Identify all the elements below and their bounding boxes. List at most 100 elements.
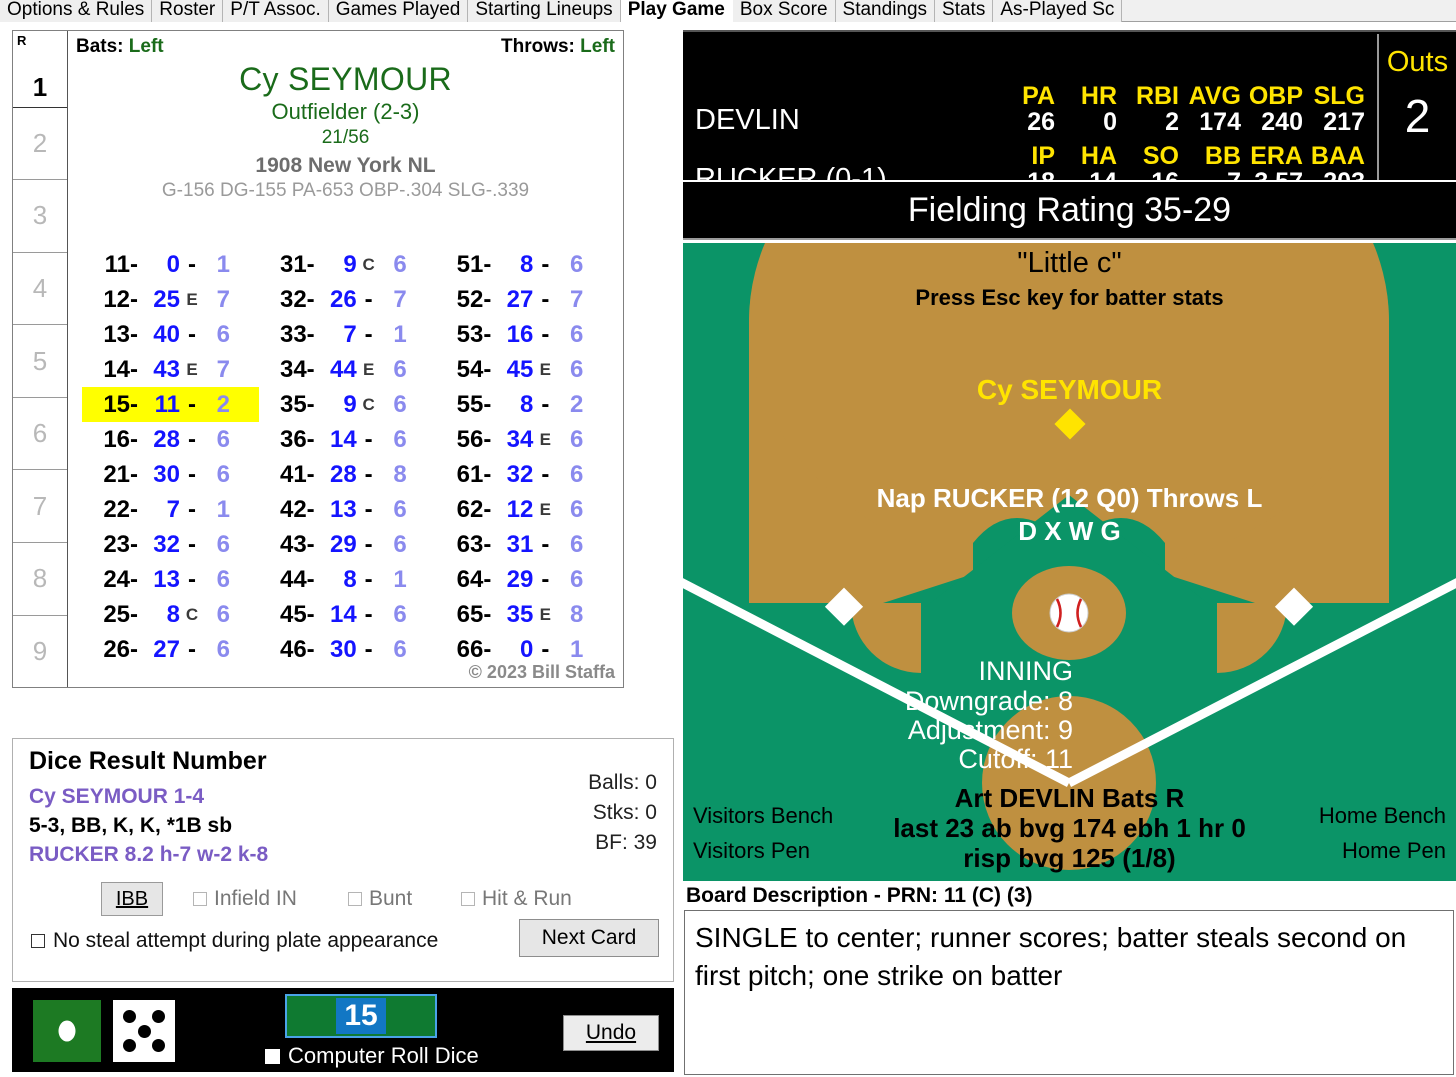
tab-play-game[interactable]: Play Game — [620, 0, 733, 22]
dice-chart-value: 8 — [519, 250, 534, 278]
dice-chart-modifier: - — [541, 635, 550, 663]
inning-cell-5[interactable]: 5 — [13, 325, 67, 398]
dice-chart-key: 61- — [456, 460, 492, 488]
dice-chart-value: 31 — [506, 530, 534, 558]
dice-chart-value: 7 — [343, 320, 357, 348]
batter-stat-header: PA — [1022, 82, 1055, 110]
throws-value: Left — [580, 36, 615, 57]
dice-chart-key: 34- — [279, 355, 315, 383]
pitcher-info-line1[interactable]: Nap RUCKER (12 Q0) Throws L — [683, 483, 1456, 514]
tab-label: As-Played Sc — [1000, 0, 1115, 20]
dice-chart-key: 66- — [456, 635, 492, 663]
home-bench-link[interactable]: Home Bench — [1319, 803, 1446, 829]
visitors-bench-link[interactable]: Visitors Bench — [693, 803, 833, 829]
dice-chart-rating: 6 — [216, 460, 230, 488]
hit-and-run-checkbox[interactable]: Hit & Run — [461, 887, 572, 911]
dice-chart-modifier: - — [188, 390, 196, 418]
dice-chart-row: 25- 8 C 6 — [82, 597, 259, 632]
dice-chart-rating: 1 — [216, 495, 230, 523]
inning-cell-2[interactable]: 2 — [13, 108, 67, 181]
pitcher-stat-header: IP — [1031, 142, 1055, 170]
tab-options-rules[interactable]: Options & Rules — [0, 0, 153, 22]
dice-chart-rating: 6 — [393, 250, 407, 278]
dice-chart-key: 14- — [103, 355, 138, 383]
white-die[interactable] — [113, 1000, 175, 1062]
dice-chart-value: 26 — [329, 285, 357, 313]
dice-chart-modifier: - — [541, 285, 550, 313]
green-die[interactable] — [33, 1000, 101, 1062]
next-card-label: Next Card — [541, 926, 637, 949]
dice-chart-key: 33- — [279, 320, 315, 348]
dice-chart-row: 65- 35 E 8 — [435, 597, 612, 632]
dice-chart-row: 31- 9 C 6 — [259, 247, 436, 282]
dice-chart-key: 21- — [103, 460, 138, 488]
dice-chart-column-3: 51- 8-6 52- 27-7 53- 16-6 54- 45 E 6 55- 8-2 56- 34 E 6… — [435, 247, 612, 667]
computer-roll-dice-label: Computer Roll Dice — [288, 1043, 479, 1068]
dice-chart-row: 26- 27-6 — [82, 632, 259, 667]
dice-chart-row: 14- 43 E 7 — [82, 352, 259, 387]
tab-starting-lineups[interactable]: Starting Lineups — [468, 0, 621, 22]
inning-cell-4[interactable]: 4 — [13, 253, 67, 326]
roll-result-value: 15 — [336, 998, 386, 1034]
dice-chart-value: 14 — [329, 600, 357, 628]
dice-chart-column-2: 31- 9 C 6 32- 26-7 33- 7-1 34- 44 E 6 35- 9 C 6 36- 14-6 4… — [259, 247, 436, 667]
next-card-button[interactable]: Next Card — [519, 919, 659, 957]
tab-stats[interactable]: Stats — [935, 0, 994, 22]
dice-chart-row: 13- 40-6 — [82, 317, 259, 352]
dice-chart-value: 8 — [519, 390, 534, 418]
bunt-checkbox[interactable]: Bunt — [348, 887, 412, 911]
tab-roster[interactable]: Roster — [152, 0, 224, 22]
no-steal-checkbox[interactable]: No steal attempt during plate appearance — [31, 929, 438, 953]
batter-stat-value: 174 — [1199, 108, 1241, 136]
dice-chart-key: 26- — [103, 635, 138, 663]
pitcher-stat-header: ERA — [1250, 142, 1303, 170]
dice-chart-row: 44- 8-1 — [259, 562, 436, 597]
computer-roll-dice-checkbox[interactable]: Computer Roll Dice — [265, 1043, 479, 1069]
inning-cell-6[interactable]: 6 — [13, 398, 67, 471]
dice-chart-rating: 6 — [569, 460, 584, 488]
dice-chart-modifier: E — [186, 289, 198, 309]
player-name: Cy SEYMOUR — [239, 61, 452, 97]
dice-chart-modifier: E — [539, 499, 552, 519]
dice-chart-modifier: - — [364, 495, 373, 523]
tab-games-played[interactable]: Games Played — [328, 0, 469, 22]
inning-cell-7[interactable]: 7 — [13, 470, 67, 543]
player-season-stats: G-156 DG-155 PA-653 OBP-.304 SLG-.339 — [161, 180, 530, 201]
inning-cell-8[interactable]: 8 — [13, 543, 67, 616]
inning-cell-1[interactable]: 1 — [13, 31, 67, 108]
infield-in-checkbox[interactable]: Infield IN — [193, 887, 297, 911]
undo-button[interactable]: Undo — [563, 1015, 659, 1051]
dice-chart-rating: 2 — [569, 390, 584, 418]
dice-chart-row: 33- 7-1 — [259, 317, 436, 352]
pitcher-stat-header: BB — [1204, 142, 1241, 170]
dice-chart-row: 51- 8-6 — [435, 247, 612, 282]
inning-number: 7 — [32, 490, 48, 521]
dice-chart-modifier: E — [539, 359, 552, 379]
home-pen-link[interactable]: Home Pen — [1342, 838, 1446, 864]
visitors-pen-link[interactable]: Visitors Pen — [693, 838, 810, 864]
dice-chart-key: 35- — [279, 390, 315, 418]
bats-group: Bats: Left — [76, 36, 164, 58]
batter-stat-value: 26 — [1027, 108, 1055, 136]
dice-chart-key: 16- — [103, 425, 138, 453]
inning-cell-9[interactable]: 9 — [13, 616, 67, 688]
dice-chart-key: 36- — [279, 425, 315, 453]
dice-chart-rating: 6 — [393, 530, 407, 558]
ibb-button[interactable]: IBB — [101, 882, 163, 916]
tab-p-t-assoc[interactable]: P/T Assoc. — [223, 0, 329, 22]
downgrade-value: Downgrade: 8 — [904, 686, 1073, 716]
undo-button-label: Undo — [585, 1021, 637, 1044]
dice-chart-rating: 6 — [216, 530, 230, 558]
dice-chart-row: 53- 16-6 — [435, 317, 612, 352]
tab-standings[interactable]: Standings — [835, 0, 936, 22]
dice-chart-value: 29 — [506, 565, 534, 593]
strikes-count: Stks: 0 — [592, 801, 657, 824]
center-fielder-name[interactable]: Cy SEYMOUR — [683, 374, 1456, 406]
inning-number: 6 — [32, 418, 48, 449]
tab-box-score[interactable]: Box Score — [732, 0, 836, 22]
batter-stat-headers: PA HR RBI AVG OBP SLG — [993, 82, 1365, 111]
batter-card-body: Bats: Left Throws: Left Cy SEYMOUR Outfi… — [68, 31, 623, 687]
inning-cell-3[interactable]: 3 — [13, 180, 67, 253]
dice-chart-rating: 7 — [393, 285, 407, 313]
tab-as-played-sc[interactable]: As-Played Sc — [993, 0, 1123, 22]
